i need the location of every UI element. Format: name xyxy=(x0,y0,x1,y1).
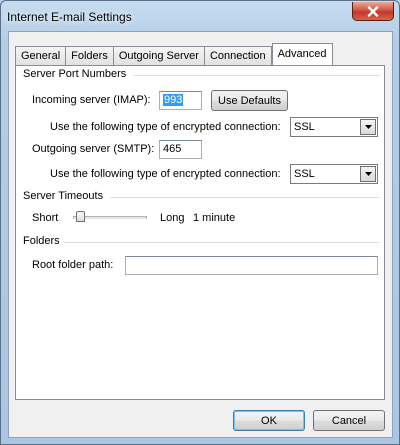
section-divider xyxy=(134,75,380,76)
tab-general[interactable]: General xyxy=(15,46,67,65)
outgoing-encryption-label: Use the following type of encrypted conn… xyxy=(50,168,281,180)
outgoing-encryption-select[interactable]: SSL xyxy=(290,164,378,184)
root-folder-input[interactable] xyxy=(125,256,378,275)
outgoing-port-input[interactable]: 465 xyxy=(159,140,202,159)
incoming-port-value: 993 xyxy=(163,94,184,106)
incoming-encryption-select[interactable]: SSL xyxy=(290,117,378,137)
timeout-value: 1 minute xyxy=(193,212,236,224)
tab-outgoing-server[interactable]: Outgoing Server xyxy=(112,46,205,65)
section-divider xyxy=(62,242,380,243)
tab-strip: General Folders Outgoing Server Connecti… xyxy=(15,43,333,65)
tab-folders[interactable]: Folders xyxy=(65,46,114,65)
outgoing-server-label: Outgoing server (SMTP): xyxy=(32,143,155,155)
root-folder-label: Root folder path: xyxy=(32,259,114,271)
timeout-long-label: Long xyxy=(160,212,185,224)
close-button[interactable] xyxy=(352,2,394,21)
folders-heading: Folders xyxy=(23,235,64,247)
tab-advanced[interactable]: Advanced xyxy=(271,43,333,65)
server-port-heading: Server Port Numbers xyxy=(23,68,131,80)
title-bar[interactable]: Internet E-mail Settings xyxy=(1,1,399,31)
use-defaults-button[interactable]: Use Defaults xyxy=(211,90,288,111)
incoming-encryption-value: SSL xyxy=(294,121,315,133)
timeout-slider-thumb[interactable] xyxy=(76,211,86,222)
incoming-port-input[interactable]: 993 xyxy=(159,91,202,110)
tab-connection[interactable]: Connection xyxy=(203,46,272,65)
dialog-client-area: General Folders Outgoing Server Connecti… xyxy=(8,31,393,438)
ok-button[interactable]: OK xyxy=(233,410,305,431)
advanced-tab-panel: Server Port Numbers Incoming server (IMA… xyxy=(15,65,385,400)
dialog-window: Internet E-mail Settings General Folders… xyxy=(0,0,400,445)
server-timeouts-heading: Server Timeouts xyxy=(23,190,108,202)
incoming-server-label: Incoming server (IMAP): xyxy=(32,94,151,106)
cancel-button[interactable]: Cancel xyxy=(313,410,385,431)
chevron-down-icon[interactable] xyxy=(360,119,376,135)
outgoing-encryption-value: SSL xyxy=(294,168,315,180)
close-icon xyxy=(367,5,379,17)
timeout-short-label: Short xyxy=(32,212,59,224)
chevron-down-icon[interactable] xyxy=(360,166,376,182)
window-title: Internet E-mail Settings xyxy=(7,10,132,24)
section-divider xyxy=(110,197,380,198)
incoming-encryption-label: Use the following type of encrypted conn… xyxy=(50,121,281,133)
